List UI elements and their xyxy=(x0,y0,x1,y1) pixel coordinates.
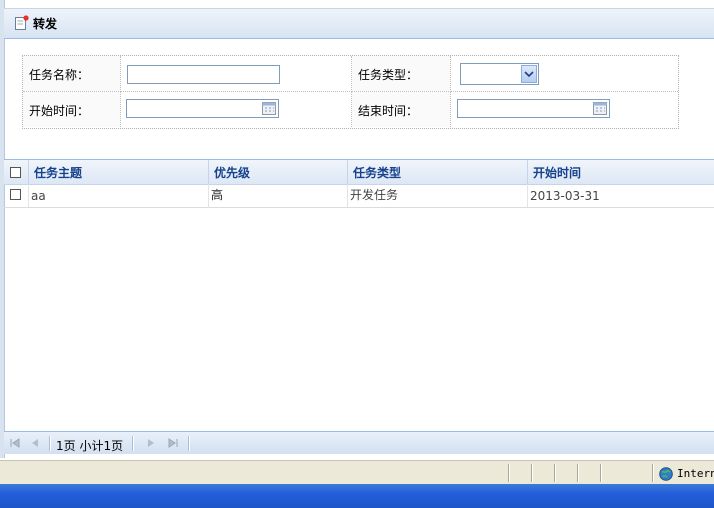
end-time-label: 结束时间： xyxy=(358,104,419,118)
cell-start-time-value: 2013-03-31 xyxy=(530,189,600,203)
pager-separator xyxy=(188,436,190,451)
next-page-icon[interactable] xyxy=(144,436,158,450)
column-header-subject[interactable]: 任务主题 xyxy=(29,160,209,184)
status-separator xyxy=(577,464,579,482)
task-type-select-cell xyxy=(451,56,678,92)
cell-task-type: 开发任务 xyxy=(348,184,528,207)
calendar-icon[interactable] xyxy=(262,102,276,115)
select-all-checkbox[interactable] xyxy=(10,167,21,178)
cell-task-type-value: 开发任务 xyxy=(350,188,399,202)
table-row[interactable]: aa 高 开发任务 2013-03-31 xyxy=(4,184,714,208)
column-header-label: 优先级 xyxy=(214,166,251,180)
task-name-label-cell: 任务名称： xyxy=(23,56,121,92)
cell-priority: 高 xyxy=(209,184,348,207)
security-zone-label: Internet xyxy=(677,467,714,480)
page-info: 1页 小计1页 xyxy=(56,439,124,453)
task-type-select[interactable] xyxy=(460,63,539,85)
status-separator xyxy=(652,464,654,482)
cell-start-time: 2013-03-31 xyxy=(528,184,714,207)
column-header-label: 开始时间 xyxy=(533,166,582,180)
column-header-start-time[interactable]: 开始时间 xyxy=(528,160,714,184)
cell-subject-value: aa xyxy=(31,189,46,203)
windows-taskbar xyxy=(0,484,714,508)
first-page-icon[interactable] xyxy=(8,436,22,450)
panel-header: 转发 xyxy=(4,8,714,39)
task-name-input[interactable] xyxy=(127,65,280,84)
cell-priority-value: 高 xyxy=(211,188,224,202)
status-separator xyxy=(531,464,533,482)
start-time-label: 开始时间： xyxy=(29,104,90,118)
start-time-label-cell: 开始时间： xyxy=(23,92,121,127)
start-time-input-cell xyxy=(121,92,352,127)
row-select-cell xyxy=(4,184,29,207)
pager-separator xyxy=(132,436,134,451)
calendar-icon[interactable] xyxy=(593,102,607,115)
status-separator xyxy=(600,464,602,482)
column-header-label: 任务类型 xyxy=(353,166,402,180)
row-checkbox[interactable] xyxy=(10,189,21,200)
task-name-label: 任务名称： xyxy=(29,68,90,82)
end-time-input[interactable] xyxy=(457,99,610,118)
header-select-all-cell xyxy=(4,160,29,184)
chevron-down-icon xyxy=(524,71,534,78)
dropdown-arrow[interactable] xyxy=(521,65,537,83)
start-time-input[interactable] xyxy=(126,99,279,118)
prev-page-icon[interactable] xyxy=(28,436,42,450)
browser-status-bar: Internet xyxy=(0,460,714,485)
status-separator xyxy=(554,464,556,482)
grid-header: 任务主题 优先级 任务类型 开始时间 xyxy=(4,160,714,185)
column-header-label: 任务主题 xyxy=(34,166,83,180)
task-name-input-cell xyxy=(121,56,352,92)
column-header-priority[interactable]: 优先级 xyxy=(209,160,348,184)
task-type-label-cell: 任务类型： xyxy=(352,56,451,92)
end-time-input-cell xyxy=(451,92,678,127)
search-form: 任务名称： 任务类型： 开始时间： 结束时间： xyxy=(22,55,679,129)
status-separator xyxy=(508,464,510,482)
task-type-label: 任务类型： xyxy=(358,68,419,82)
globe-icon xyxy=(659,467,673,481)
last-page-icon[interactable] xyxy=(166,436,180,450)
pager-separator xyxy=(49,436,51,451)
panel-title: 转发 xyxy=(33,17,58,31)
end-time-label-cell: 结束时间： xyxy=(352,92,451,127)
panel-edit-icon xyxy=(15,15,29,30)
cell-subject: aa xyxy=(29,184,209,207)
paging-toolbar: 1页 小计1页 xyxy=(4,431,714,454)
task-grid: 任务主题 优先级 任务类型 开始时间 aa 高 开发任务 2013-03-31 xyxy=(4,159,714,432)
column-header-task-type[interactable]: 任务类型 xyxy=(348,160,528,184)
